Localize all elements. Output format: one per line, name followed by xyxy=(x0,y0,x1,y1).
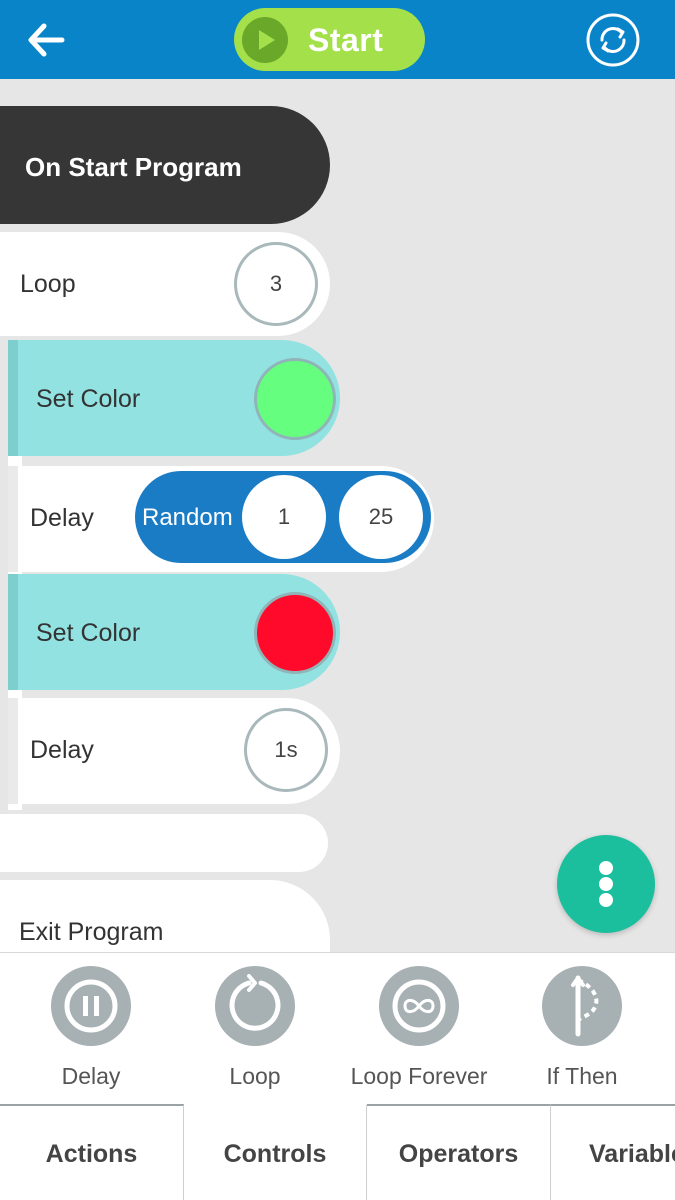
random-min-input[interactable]: 1 xyxy=(242,475,326,559)
sync-icon xyxy=(586,13,640,67)
color-swatch-green[interactable] xyxy=(254,358,336,440)
start-button[interactable]: Start xyxy=(234,8,425,71)
more-options-button[interactable] xyxy=(557,835,655,933)
loop-end-block xyxy=(0,814,328,872)
top-bar: Start xyxy=(0,0,675,79)
pause-icon xyxy=(51,966,131,1046)
delay-random-block[interactable]: Delay Random 1 25 xyxy=(8,466,434,572)
loop-block[interactable]: Loop 3 xyxy=(0,232,330,336)
set-color-label-1: Set Color xyxy=(36,385,141,413)
random-max-input[interactable]: 25 xyxy=(339,475,423,559)
delay-label-1: Delay xyxy=(30,504,94,532)
random-label: Random xyxy=(142,504,233,531)
palette-label-loop: Loop xyxy=(229,1063,281,1089)
tab-operators[interactable]: Operators xyxy=(367,1104,551,1200)
delay-fixed-block[interactable]: Delay 1s xyxy=(8,698,340,804)
tab-actions[interactable]: Actions xyxy=(0,1104,184,1200)
tab-variables[interactable]: Variables xyxy=(551,1104,675,1200)
loop-count-input[interactable]: 3 xyxy=(234,242,318,326)
branch-icon xyxy=(542,966,622,1046)
exit-program-block[interactable]: Exit Program xyxy=(0,880,330,952)
color-swatch-red[interactable] xyxy=(254,592,336,674)
random-value-pill[interactable]: Random 1 25 xyxy=(135,471,431,563)
category-tabs: Actions Controls Operators Variables xyxy=(0,1104,675,1200)
palette-item-if-then[interactable]: If Then xyxy=(502,953,662,1105)
palette-label-if-then: If Then xyxy=(546,1063,618,1089)
start-button-label: Start xyxy=(308,22,384,58)
infinity-icon xyxy=(379,966,459,1046)
play-icon xyxy=(242,17,288,63)
set-color-block-2[interactable]: Set Color xyxy=(8,574,340,690)
palette-label-delay: Delay xyxy=(61,1063,121,1089)
sync-button[interactable] xyxy=(585,12,641,68)
palette-label-loop-forever: Loop Forever xyxy=(350,1063,488,1089)
back-button[interactable] xyxy=(26,22,66,58)
palette-item-loop[interactable]: Loop xyxy=(175,953,335,1105)
loop-label: Loop xyxy=(20,270,76,298)
palette-item-loop-forever[interactable]: Loop Forever xyxy=(339,953,499,1105)
on-start-program-label: On Start Program xyxy=(25,152,242,182)
palette-item-delay[interactable]: Delay xyxy=(11,953,171,1105)
delay-value-input[interactable]: 1s xyxy=(244,708,328,792)
exit-program-label: Exit Program xyxy=(19,918,164,946)
arrow-left-icon xyxy=(28,23,65,57)
tab-controls[interactable]: Controls xyxy=(184,1104,367,1200)
set-color-block-1[interactable]: Set Color xyxy=(8,340,340,456)
block-palette: Delay Loop Loop Forever If Then xyxy=(0,952,675,1104)
delay-label-2: Delay xyxy=(30,736,94,764)
on-start-program-block[interactable]: On Start Program xyxy=(0,106,330,224)
set-color-label-2: Set Color xyxy=(36,619,141,647)
loop-icon xyxy=(215,966,295,1046)
